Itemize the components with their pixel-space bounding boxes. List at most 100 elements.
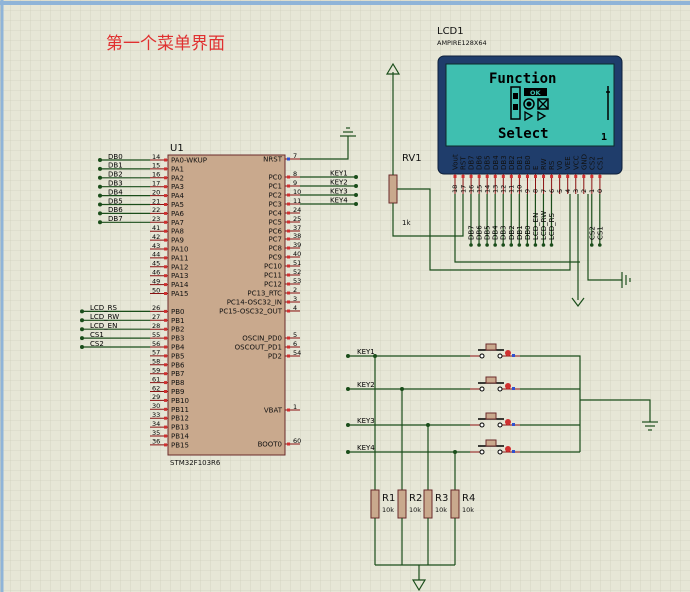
lcd-pin-name: DB5 [484,155,492,170]
pin-name: PC9 [268,254,282,262]
pin-name: PC12 [264,281,282,289]
lcd-bus-label: DB0 [524,225,532,240]
net-label: CS1 [90,331,104,339]
pin-name: PC11 [264,272,282,280]
pin-name: PB13 [171,424,189,432]
pin-name: PA11 [171,254,188,262]
pin-name: PC8 [268,245,282,253]
pin-number: 3 [293,295,297,303]
net-label: KEY3 [330,188,348,196]
pin-number: 49 [152,277,160,285]
lcd-pin-number: 5 [556,189,564,193]
net-label: LCD_RW [90,313,119,321]
pin-name: PB5 [171,352,184,360]
pin-number: 44 [152,251,160,259]
pin-number: 39 [293,241,301,249]
lcd-bus-label: DB2 [508,225,516,240]
lcd-bus-label: DB3 [500,225,508,240]
net-label: KEY4 [330,197,348,205]
pin-number: 1 [293,403,297,411]
pin-number: 38 [293,232,301,240]
pin-number: 36 [152,438,160,446]
lcd-bus-label: DB1 [516,225,524,240]
page-title: 第一个菜单界面 [106,34,225,54]
pin-number: 30 [152,402,160,410]
lcd-bus-label: DB4 [492,225,500,240]
pin-number: 42 [152,233,160,241]
pin-name: PC0 [268,174,282,182]
pin-name: PA13 [171,272,188,280]
lcd-page-number: 1 [601,132,607,143]
pin-number: 26 [152,304,160,312]
mcu-ref: U1 [170,143,184,154]
resistor-value: 10k [409,506,421,514]
pin-name: PB2 [171,326,184,334]
net-label: LCD_EN [90,322,117,330]
lcd-pin-name: RW [540,158,548,170]
key-net-label: KEY1 [357,348,375,356]
pin-name: PC13_RTC [247,290,282,298]
lcd-ref: LCD1 [437,26,464,37]
pin-number: 58 [152,358,160,366]
pin-number: 34 [152,420,160,428]
pin-name: PA15 [171,290,188,298]
pin-name: PB11 [171,406,189,414]
pin-name: PB8 [171,379,184,387]
lcd-line-2: Select [498,126,549,142]
key-net-label: KEY2 [357,381,375,389]
lcd-pin-number: 11 [508,185,516,193]
lcd-pin-name: DB7 [468,155,476,170]
pin-name: PA6 [171,210,185,218]
pin-number: 5 [293,331,297,339]
pin-number: 28 [152,322,160,330]
pin-number: 15 [152,162,160,170]
mcu-part: STM32F103R6 [170,459,221,467]
key-net-label: KEY3 [357,417,375,425]
net-label: DB7 [108,215,123,223]
schematic-canvas[interactable]: 第一个菜单界面 U1 STM32F103R6 14 PA0-WKUPDB015 PA… [0,0,690,592]
lcd-pin-number: 16 [467,185,475,193]
pin-number: 51 [293,259,301,267]
pot-body [388,174,398,204]
net-label: DB6 [108,206,123,214]
pin-name: PA8 [171,228,184,236]
pin-name: OSCOUT_PD1 [235,344,282,352]
net-label: LCD_RS [90,304,118,312]
pin-name: PB0 [171,308,184,316]
lcd-pin-number: 17 [459,185,467,193]
pin-number: 43 [152,242,160,250]
pin-name: PC10 [264,263,282,271]
resistor-ref: R2 [409,493,422,504]
lcd-pin-name: DB6 [476,155,484,170]
net-label: DB4 [108,188,123,196]
pin-name: PB12 [171,415,189,423]
pin-name: PA12 [171,263,188,271]
lcd-bus-label: CS1 [596,226,604,240]
pin-number: 27 [152,313,160,321]
lcd-bus-label: DB7 [468,225,476,240]
lcd-pin-number: 9 [524,189,532,193]
pin-name: PA4 [171,192,185,200]
pin-number: 21 [152,197,160,205]
pin-number: 45 [152,260,160,268]
lcd-pin-name: VEE [564,156,572,170]
pot-value: 1k [402,219,411,227]
pin-name: PA14 [171,281,189,289]
pin-name: VBAT [264,407,283,415]
net-label: DB2 [108,171,123,179]
pin-number: 7 [293,152,297,160]
pin-name: PC14-OSC32_IN [227,299,282,307]
lcd-bus-label: DB5 [484,225,492,240]
pin-number: 33 [152,411,160,419]
pin-name: PA0-WKUP [171,157,207,165]
pin-name: PC1 [268,183,282,191]
pin-name: PB9 [171,388,184,396]
lcd-bus-label: DB6 [476,225,484,240]
lcd-pin-number: 18 [451,185,459,193]
pin-name: PB4 [171,344,185,352]
lcd-pin-name: CS2 [588,156,596,170]
lcd-pin-number: 1 [588,189,596,193]
pin-number: 41 [152,224,160,232]
pin-name: PC5 [268,219,282,227]
lcd-pin-number: 13 [491,185,499,193]
